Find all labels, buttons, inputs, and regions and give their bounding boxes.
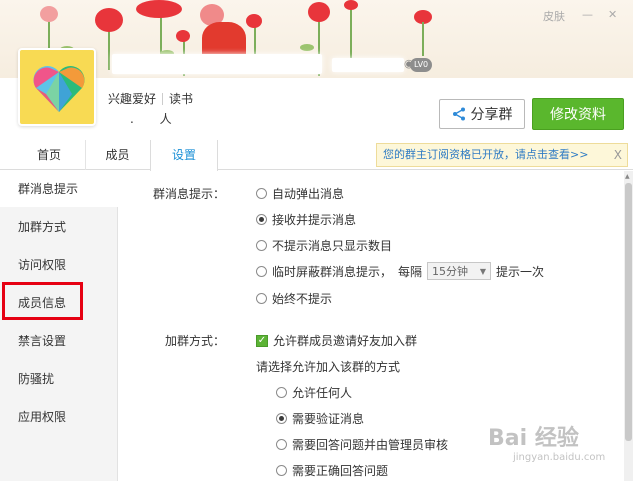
radio-label: 不提示消息只显示数目 bbox=[272, 239, 393, 253]
flower-decoration bbox=[308, 2, 330, 22]
member-count: . 人 bbox=[108, 110, 172, 127]
checkmark-icon: ✓ bbox=[256, 334, 268, 347]
radio-button bbox=[276, 465, 287, 476]
settings-sidebar: 群消息提示 加群方式 访问权限 成员信息 禁言设置 防骚扰 应用权限 bbox=[0, 171, 118, 481]
message-alerts-label: 群消息提示： bbox=[153, 187, 226, 201]
member-count-value: . bbox=[130, 112, 134, 126]
heart-logo-icon bbox=[33, 65, 85, 112]
interval-prefix: 每隔 bbox=[398, 264, 423, 279]
sidebar-item-mute[interactable]: 禁言设置 bbox=[0, 323, 118, 359]
join-method-label: 加群方式： bbox=[165, 334, 226, 348]
share-group-button[interactable]: 分享群 bbox=[439, 99, 525, 129]
radio-button bbox=[276, 439, 287, 450]
radio-auto-popup[interactable]: 自动弹出消息 bbox=[256, 185, 344, 202]
radio-label: 需要回答问题并由管理员审核 bbox=[292, 438, 449, 452]
skin-button[interactable]: 皮肤 bbox=[543, 8, 565, 24]
subscription-notice[interactable]: 您的群主订阅资格已开放，请点击查看>> X bbox=[376, 143, 628, 167]
tab-settings[interactable]: 设置 bbox=[150, 140, 218, 171]
radio-count-only[interactable]: 不提示消息只显示数目 bbox=[256, 237, 392, 254]
flower-decoration bbox=[40, 6, 58, 22]
radio-button bbox=[256, 188, 267, 199]
radio-label: 需要正确回答问题 bbox=[292, 464, 389, 478]
flower-decoration bbox=[176, 30, 190, 42]
radio-button bbox=[256, 240, 267, 251]
radio-label: 始终不提示 bbox=[272, 292, 333, 306]
radio-label: 接收并提示消息 bbox=[272, 213, 357, 227]
scroll-thumb[interactable] bbox=[625, 183, 632, 441]
member-count-unit: 人 bbox=[159, 112, 172, 126]
radio-correct-answer[interactable]: 需要正确回答问题 bbox=[276, 462, 388, 479]
edit-profile-button[interactable]: 修改资料 bbox=[532, 98, 624, 130]
sidebar-item-anti-harassment[interactable]: 防骚扰 bbox=[0, 361, 118, 397]
radio-button bbox=[276, 387, 287, 398]
tag-reading: 读书 bbox=[169, 92, 194, 106]
notice-close-icon[interactable]: X bbox=[614, 144, 622, 166]
radio-temporary-block[interactable]: 临时屏蔽群消息提示， 每隔 15分钟 ▼ 提示一次 bbox=[256, 262, 544, 280]
sidebar-item-access[interactable]: 访问权限 bbox=[0, 247, 118, 283]
sidebar-item-message-alerts[interactable]: 群消息提示 bbox=[0, 171, 118, 207]
flower-decoration bbox=[136, 0, 182, 18]
radio-receive-notify[interactable]: 接收并提示消息 bbox=[256, 211, 356, 228]
scroll-up-icon[interactable]: ▲ bbox=[625, 173, 630, 180]
content-scrollbar[interactable]: ▲ bbox=[624, 171, 633, 481]
group-name-redacted bbox=[112, 54, 322, 74]
sidebar-item-app-permissions[interactable]: 应用权限 bbox=[0, 399, 118, 435]
join-method-prompt: 请选择允许加入该群的方式 bbox=[256, 360, 401, 374]
radio-label: 需要验证消息 bbox=[292, 412, 365, 426]
interval-value: 15分钟 bbox=[432, 265, 469, 278]
share-group-label: 分享群 bbox=[470, 107, 513, 123]
flower-decoration bbox=[344, 0, 358, 10]
interval-suffix: 提示一次 bbox=[496, 264, 545, 279]
minimize-icon[interactable]: — bbox=[582, 8, 593, 21]
tab-home[interactable]: 首页 bbox=[18, 140, 80, 170]
radio-label: 允许任何人 bbox=[292, 386, 353, 400]
subscription-notice-text: 您的群主订阅资格已开放，请点击查看>> bbox=[383, 148, 589, 161]
checkbox-label: 允许群成员邀请好友加入群 bbox=[273, 334, 418, 348]
radio-button bbox=[276, 413, 287, 424]
watermark-url: jingyan.baidu.com bbox=[513, 452, 606, 463]
radio-question-admin-review[interactable]: 需要回答问题并由管理员审核 bbox=[276, 436, 448, 453]
group-avatar[interactable] bbox=[18, 48, 96, 126]
tab-members[interactable]: 成员 bbox=[85, 140, 149, 170]
interval-select[interactable]: 15分钟 ▼ bbox=[427, 262, 492, 280]
group-tags: 兴趣爱好 读书 bbox=[108, 90, 193, 107]
close-icon[interactable]: ✕ bbox=[608, 8, 617, 21]
radio-label: 临时屏蔽群消息提示， bbox=[272, 264, 393, 279]
allow-invite-checkbox[interactable]: ✓ 允许群成员邀请好友加入群 bbox=[256, 332, 417, 349]
tag-hobby: 兴趣爱好 bbox=[108, 92, 157, 106]
radio-never-notify[interactable]: 始终不提示 bbox=[256, 290, 332, 307]
radio-label: 自动弹出消息 bbox=[272, 187, 345, 201]
annotation-highlight bbox=[2, 282, 83, 320]
chevron-down-icon: ▼ bbox=[479, 266, 487, 276]
flower-decoration bbox=[246, 14, 262, 28]
sidebar-item-join-method[interactable]: 加群方式 bbox=[0, 209, 118, 245]
share-icon bbox=[452, 107, 465, 121]
leaf-decoration bbox=[300, 44, 314, 51]
flower-decoration bbox=[95, 8, 123, 32]
flower-stem bbox=[422, 22, 424, 56]
radio-button bbox=[256, 265, 267, 277]
tag-divider bbox=[162, 93, 164, 105]
watermark-logo: Bai 经验 bbox=[488, 426, 579, 451]
radio-button bbox=[256, 293, 267, 304]
group-id-redacted bbox=[332, 58, 404, 72]
radio-allow-anyone[interactable]: 允许任何人 bbox=[276, 384, 352, 401]
radio-button bbox=[256, 214, 267, 225]
level-badge: LV0 bbox=[410, 58, 433, 72]
radio-require-verification[interactable]: 需要验证消息 bbox=[276, 410, 364, 427]
